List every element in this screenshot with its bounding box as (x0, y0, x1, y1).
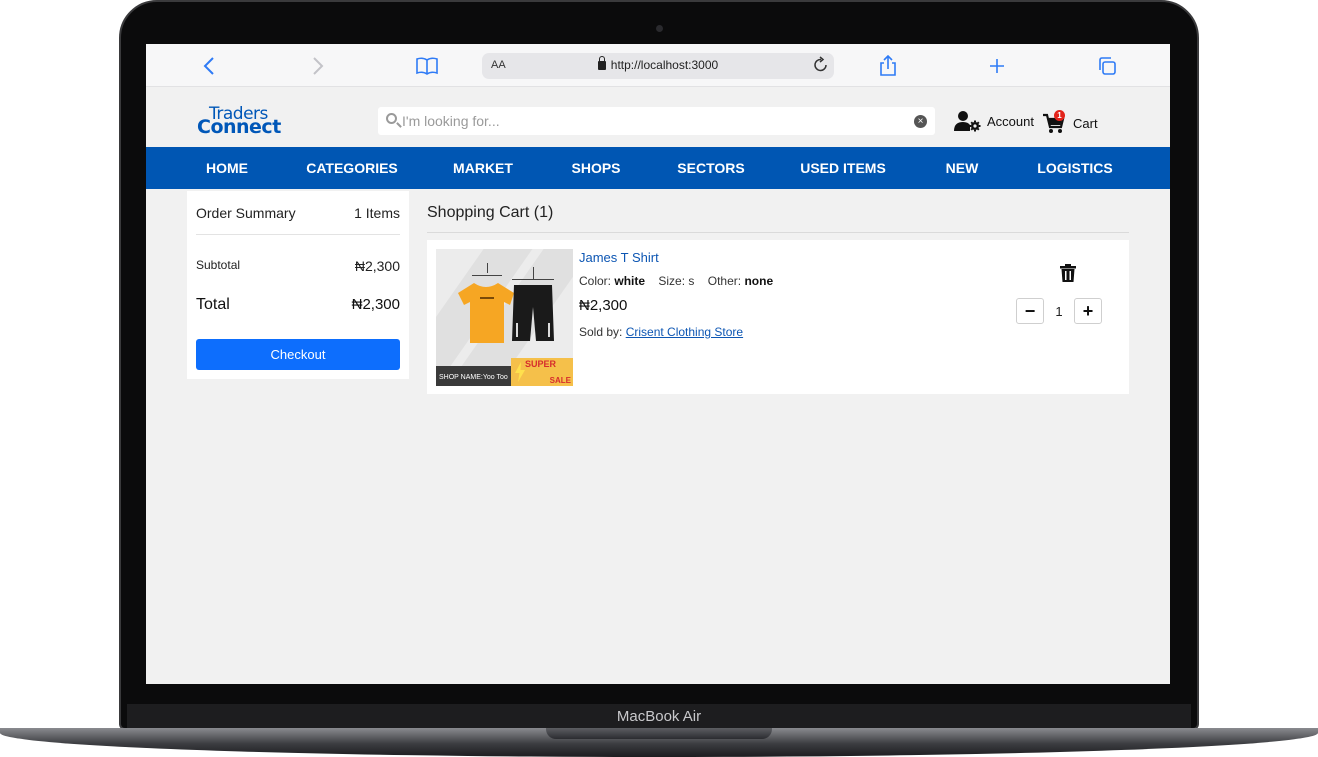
nav-item-used-items[interactable]: USED ITEMS (800, 147, 886, 189)
back-icon[interactable] (196, 53, 222, 79)
seller-info: Sold by: Crisent Clothing Store (579, 325, 743, 339)
url-text: http://localhost:3000 (610, 58, 719, 72)
minus-icon: − (1024, 300, 1036, 321)
hanger-hook (487, 263, 488, 273)
nav-item-sectors[interactable]: SECTORS (677, 147, 744, 189)
search-input[interactable] (402, 107, 902, 135)
device-model-label: MacBook Air (616, 708, 702, 725)
sale-line-1: SUPER (525, 359, 557, 369)
nav-item-logistics[interactable]: LOGISTICS (1037, 147, 1112, 189)
size-label: Size: (658, 274, 686, 288)
color-value: white (614, 274, 646, 288)
total-row: Total ₦2,300 (196, 296, 400, 314)
subtotal-value: ₦2,300 (354, 258, 400, 274)
address-bar[interactable]: AA http://localhost:3000 (482, 53, 834, 79)
account-link[interactable]: Account (954, 107, 1034, 135)
increase-quantity-button[interactable]: + (1074, 298, 1102, 324)
nav-item-home[interactable]: HOME (206, 147, 248, 189)
size-value: s (688, 274, 695, 288)
new-tab-icon[interactable] (984, 53, 1010, 79)
bookmarks-icon[interactable] (414, 53, 440, 79)
color-label: Color: (579, 274, 612, 288)
nav-item-market[interactable]: MARKET (453, 147, 513, 189)
webcam (656, 25, 663, 32)
other-value: none (744, 274, 774, 288)
share-icon[interactable] (875, 53, 901, 79)
laptop-mockup: MacBook Air AA http://localhost:3000 Tra… (0, 0, 1318, 757)
image-shop-name: SHOP NAME:Yoo Too (439, 374, 508, 381)
order-summary: Order Summary 1 Items Subtotal ₦2,300 To… (187, 191, 409, 379)
total-label: Total (196, 296, 230, 313)
t-shirt-illustration (458, 283, 514, 343)
search-icon (386, 113, 397, 124)
user-gear-icon (954, 111, 981, 132)
cart-link[interactable]: 1 Cart (1043, 109, 1098, 137)
site-header: Traders Connect × Account (146, 87, 1170, 147)
traders-connect-logo[interactable]: Traders Connect (197, 104, 287, 138)
seller-link[interactable]: Crisent Clothing Store (626, 325, 743, 339)
laptop-notch (546, 728, 772, 739)
browser-toolbar: AA http://localhost:3000 (146, 44, 1170, 87)
nav-item-new[interactable]: NEW (946, 147, 979, 189)
subtotal-label: Subtotal (196, 258, 241, 272)
main-nav: HOME CATEGORIES MARKET SHOPS SECTORS USE… (146, 147, 1170, 189)
product-name-link[interactable]: James T Shirt (579, 250, 659, 265)
plus-icon: + (1082, 300, 1094, 321)
forward-icon[interactable] (305, 53, 331, 79)
hanger (512, 279, 554, 280)
nav-item-categories[interactable]: CATEGORIES (306, 147, 398, 189)
hanger-hook (533, 267, 534, 279)
summary-items-count: 1 Items (354, 205, 400, 221)
screen: AA http://localhost:3000 Traders Connect (146, 44, 1170, 684)
reload-icon[interactable] (814, 56, 828, 76)
trash-icon[interactable] (1060, 264, 1076, 282)
product-image[interactable]: SHOP NAME:Yoo Too SUPER SALE (436, 249, 573, 386)
checkout-button[interactable]: Checkout (196, 339, 400, 370)
divider (427, 232, 1129, 233)
cart-label: Cart (1073, 115, 1098, 131)
account-label: Account (987, 113, 1034, 129)
cart-item: SHOP NAME:Yoo Too SUPER SALE James T Shi… (427, 240, 1129, 394)
tabs-overview-icon[interactable] (1094, 53, 1120, 79)
cart-count-badge: 1 (1054, 110, 1065, 121)
lightning-icon (515, 362, 525, 382)
decrease-quantity-button[interactable]: − (1016, 298, 1044, 324)
summary-header: Order Summary 1 Items (196, 205, 400, 221)
quantity-stepper: − 1 + (1016, 298, 1102, 324)
cart-title: Shopping Cart (1) (427, 204, 554, 221)
sold-by-label: Sold by: (579, 325, 623, 339)
nav-item-shops[interactable]: SHOPS (571, 147, 620, 189)
clear-search-icon[interactable]: × (914, 115, 927, 128)
product-attributes: Color: white Size: s Other: none (579, 274, 773, 288)
logo-line-2: Connect (197, 116, 281, 138)
quantity-value: 1 (1055, 303, 1063, 319)
super-sale-badge: SUPER SALE (511, 358, 573, 386)
other-label: Other: (707, 274, 742, 288)
url-display: http://localhost:3000 (482, 56, 834, 72)
subtotal-row: Subtotal ₦2,300 (196, 258, 400, 274)
lock-icon (597, 56, 606, 70)
total-value: ₦2,300 (351, 296, 400, 313)
divider (196, 234, 400, 235)
product-price: ₦2,300 (579, 297, 628, 314)
shorts-illustration (512, 285, 554, 341)
sale-line-2: SALE (549, 376, 571, 385)
hanger (472, 275, 502, 276)
cart-icon: 1 (1043, 110, 1065, 134)
summary-title: Order Summary (196, 205, 296, 221)
search-bar: × (378, 107, 935, 135)
